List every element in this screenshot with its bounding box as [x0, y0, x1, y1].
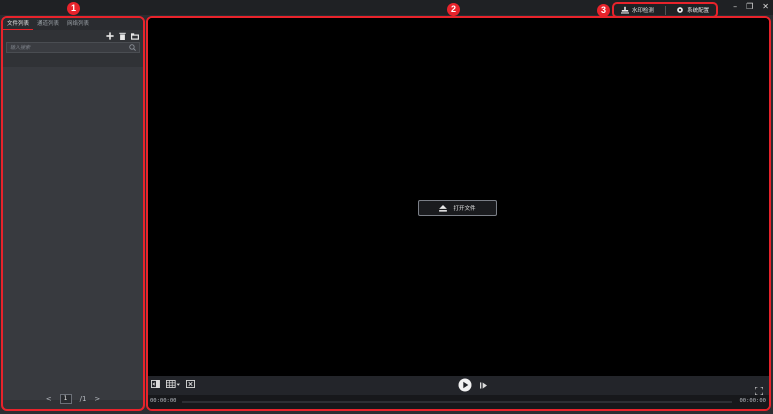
video-area[interactable]: 打开文件 [148, 18, 769, 376]
search-field[interactable]: 输入搜索 [6, 42, 140, 53]
search-icon[interactable] [129, 44, 136, 51]
control-bar [148, 376, 769, 396]
player-panel: 打开文件 00:00:00 00:00:00 [146, 16, 771, 411]
window-controls: – ❐ ✕ [733, 1, 769, 13]
tab-channel-list[interactable]: 通道列表 [33, 18, 63, 30]
file-list-panel: 文件列表 通道列表 网络列表 输入搜索 < 1 /1 > [1, 16, 145, 411]
open-file-button[interactable]: 打开文件 [418, 200, 497, 216]
tab-file-list[interactable]: 文件列表 [3, 18, 34, 30]
callout-badge-1: 1 [67, 2, 80, 15]
progress-track[interactable] [182, 401, 732, 403]
gear-icon [677, 7, 684, 13]
play-icon[interactable] [458, 378, 472, 392]
system-settings-button[interactable]: 系统配置 [673, 5, 712, 15]
eject-icon [439, 204, 448, 212]
next-page-button[interactable]: > [94, 395, 100, 403]
total-time: 00:00:00 [739, 398, 767, 404]
restore-button[interactable]: ❐ [746, 1, 753, 13]
fullscreen-icon[interactable] [754, 386, 764, 396]
tool-divider [664, 5, 666, 15]
watermark-detect-label: 水印检测 [631, 8, 654, 14]
grid-layout-icon[interactable] [166, 380, 180, 388]
callout-badge-2: 2 [447, 3, 460, 16]
list-actions [3, 30, 143, 42]
close-button[interactable]: ✕ [762, 1, 769, 13]
current-time: 00:00:00 [150, 398, 177, 404]
prev-page-button[interactable]: < [46, 395, 52, 403]
page-number-input[interactable]: 1 [59, 393, 72, 404]
list-tabs: 文件列表 通道列表 网络列表 [3, 18, 143, 30]
control-left-group [151, 380, 195, 388]
pager: < 1 /1 > [3, 388, 143, 409]
step-forward-icon[interactable] [480, 381, 487, 389]
watermark-detect-button[interactable]: 水印检测 [618, 5, 657, 15]
sidebar-toggle-icon[interactable] [151, 380, 160, 388]
control-center-group [458, 378, 487, 392]
page-total: /1 [79, 394, 87, 403]
system-settings-label: 系统配置 [687, 8, 710, 14]
minimize-button[interactable]: – [733, 1, 737, 13]
file-list-area[interactable] [3, 67, 143, 400]
close-all-icon[interactable] [186, 380, 195, 388]
add-icon[interactable] [106, 32, 114, 40]
open-file-label: 打开文件 [453, 206, 476, 212]
folder-icon[interactable] [131, 32, 139, 40]
trash-icon[interactable] [119, 32, 126, 40]
stamp-icon [620, 6, 629, 14]
timeline-bar[interactable]: 00:00:00 00:00:00 [148, 395, 769, 409]
app-window: 1 2 3 水印检测 系统配置 – ❐ ✕ 文件列表 通道列表 网络列表 输入搜… [0, 0, 773, 414]
tab-network-list[interactable]: 网络列表 [63, 18, 93, 30]
search-placeholder: 输入搜索 [10, 45, 31, 51]
